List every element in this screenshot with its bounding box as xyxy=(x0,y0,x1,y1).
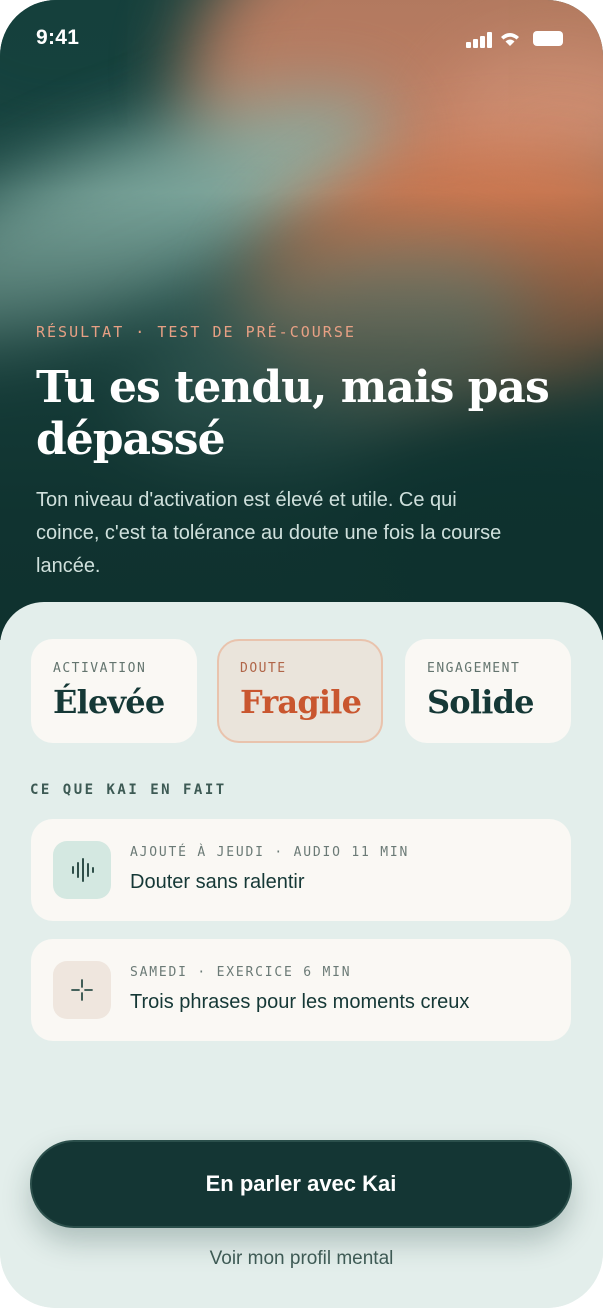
metric-label: ACTIVATION xyxy=(53,661,147,676)
action-card-audio[interactable]: AJOUTÉ À JEUDI · AUDIO 11 MIN Douter san… xyxy=(31,819,571,921)
audio-wave-icon xyxy=(53,841,111,899)
talk-to-kai-button[interactable]: En parler avec Kai xyxy=(30,1140,572,1228)
status-time: 9:41 xyxy=(36,26,80,49)
action-card-exercise[interactable]: SAMEDI · EXERCICE 6 MIN Trois phrases po… xyxy=(31,939,571,1041)
sparkle-icon xyxy=(53,961,111,1019)
metric-label: DOUTE xyxy=(240,661,287,676)
battery-icon xyxy=(533,31,563,46)
results-sheet: ACTIVATION Élevée DOUTE Fragile ENGAGEME… xyxy=(0,602,603,1308)
metric-value: Fragile xyxy=(240,683,362,721)
metric-label: ENGAGEMENT xyxy=(427,661,521,676)
status-bar: 9:41 xyxy=(0,0,603,80)
signal-icon xyxy=(466,32,494,48)
metric-value: Solide xyxy=(427,683,535,721)
result-description: Ton niveau d'activation est élevé et uti… xyxy=(36,489,502,577)
page-title: Tu es tendu, mais pas dépassé xyxy=(36,362,550,465)
action-title: Douter sans ralentir xyxy=(130,871,305,893)
action-meta: AJOUTÉ À JEUDI · AUDIO 11 MIN xyxy=(130,845,410,860)
result-eyebrow: RÉSULTAT · TEST DE PRÉ-COURSE xyxy=(36,323,356,341)
section-heading: CE QUE KAI EN FAIT xyxy=(30,782,227,798)
metric-card-engagement[interactable]: ENGAGEMENT Solide xyxy=(405,639,571,743)
metric-card-activation[interactable]: ACTIVATION Élevée xyxy=(31,639,197,743)
action-title: Trois phrases pour les moments creux xyxy=(130,991,470,1013)
wifi-icon xyxy=(501,33,519,46)
action-meta: SAMEDI · EXERCICE 6 MIN xyxy=(130,965,352,980)
phone-screen: 9:41 RÉSULTAT · TEST DE PRÉ-COURSE Tu es… xyxy=(0,0,603,1308)
metric-value: Élevée xyxy=(53,683,165,721)
metric-card-doute[interactable]: DOUTE Fragile xyxy=(217,639,383,743)
view-mental-profile-link[interactable]: Voir mon profil mental xyxy=(0,1248,603,1270)
